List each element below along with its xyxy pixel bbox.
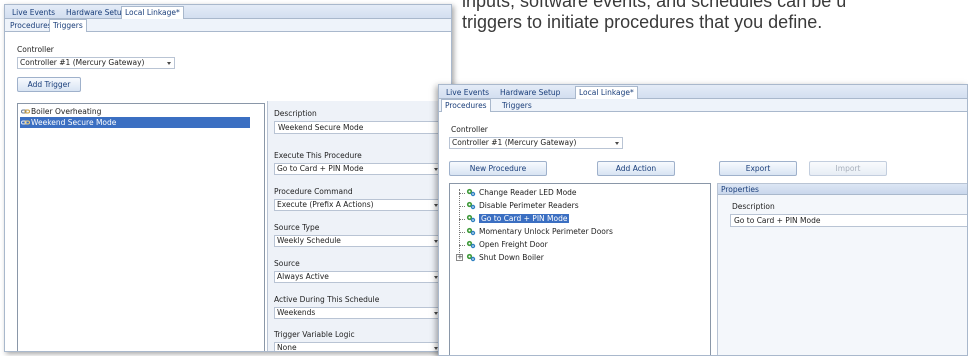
procedure-gear-icon xyxy=(466,201,476,210)
chevron-down-icon xyxy=(167,62,171,65)
sub-tab-bar: Procedures Triggers xyxy=(5,19,451,32)
tab-live-events[interactable]: Live Events xyxy=(9,7,58,18)
expand-plus-icon[interactable]: + xyxy=(456,254,463,261)
description-label: Description xyxy=(732,202,775,211)
tab-hardware-setup[interactable]: Hardware Setup xyxy=(63,7,129,18)
procedures-tree: Change Reader LED Mode Disable Perimeter… xyxy=(449,183,711,355)
tab-procedures[interactable]: Procedures xyxy=(441,99,491,112)
execute-procedure-value: Go to Card + PIN Mode xyxy=(277,164,364,173)
procedure-name: Disable Perimeter Readers xyxy=(479,201,579,210)
procedure-gear-icon xyxy=(466,253,476,262)
trigger-variable-logic-label: Trigger Variable Logic xyxy=(274,330,355,339)
add-action-button[interactable]: Add Action xyxy=(597,161,675,176)
import-button[interactable]: Import xyxy=(809,161,887,176)
procedure-name: Change Reader LED Mode xyxy=(479,188,577,197)
controller-dropdown[interactable]: Controller #1 (Mercury Gateway) xyxy=(17,57,175,69)
tab-triggers[interactable]: Triggers xyxy=(49,19,87,32)
procedure-command-value: Execute (Prefix A Actions) xyxy=(277,200,374,209)
trigger-properties-panel: Description Weekend Secure Mode Execute … xyxy=(267,101,451,352)
active-schedule-dropdown[interactable]: Weekends xyxy=(274,307,442,319)
procedure-name: Shut Down Boiler xyxy=(479,253,544,262)
controller-dropdown[interactable]: Controller #1 (Mercury Gateway) xyxy=(449,137,623,149)
export-button[interactable]: Export xyxy=(719,161,797,176)
procedure-name: Open Freight Door xyxy=(479,240,548,249)
controller-label: Controller xyxy=(17,45,54,54)
tree-item-procedure[interactable]: Momentary Unlock Perimeter Doors xyxy=(466,226,613,237)
tab-local-linkage[interactable]: Local Linkage* xyxy=(575,86,638,99)
procedure-command-dropdown[interactable]: Execute (Prefix A Actions) xyxy=(274,199,442,211)
tree-item-procedure[interactable]: Go to Card + PIN Mode xyxy=(466,213,570,224)
tree-item-procedure[interactable]: Shut Down Boiler xyxy=(466,252,544,263)
description-field[interactable]: Go to Card + PIN Mode xyxy=(730,214,967,227)
controller-label: Controller xyxy=(451,125,488,134)
caption-line-1: inputs, software events, and schedules c… xyxy=(462,0,847,11)
procedure-name: Go to Card + PIN Mode xyxy=(479,214,570,223)
chain-link-icon xyxy=(21,109,30,114)
new-procedure-button[interactable]: New Procedure xyxy=(449,161,547,176)
properties-header: Properties xyxy=(718,184,967,195)
trigger-variable-logic-dropdown[interactable]: None xyxy=(274,342,442,352)
description-field[interactable]: Weekend Secure Mode xyxy=(274,121,442,134)
caption-line-2: triggers to initiate procedures that you… xyxy=(462,12,823,32)
caption-text: inputs, software events, and schedules c… xyxy=(462,0,968,62)
description-value: Weekend Secure Mode xyxy=(278,123,364,132)
description-value: Go to Card + PIN Mode xyxy=(734,216,821,225)
source-type-value: Weekly Schedule xyxy=(277,236,341,245)
active-schedule-label: Active During This Schedule xyxy=(274,295,380,304)
procedure-name: Momentary Unlock Perimeter Doors xyxy=(479,227,613,236)
execute-procedure-dropdown[interactable]: Go to Card + PIN Mode xyxy=(274,163,442,175)
tab-procedures[interactable]: Procedures xyxy=(7,20,55,31)
tab-live-events[interactable]: Live Events xyxy=(443,87,492,98)
source-type-dropdown[interactable]: Weekly Schedule xyxy=(274,235,442,247)
triggers-list: Boiler Overheating Weekend Secure Mode xyxy=(17,103,265,351)
add-trigger-button[interactable]: Add Trigger xyxy=(17,77,81,92)
controller-value: Controller #1 (Mercury Gateway) xyxy=(20,58,145,67)
source-type-label: Source Type xyxy=(274,223,320,232)
main-tab-bar: Live Events Hardware Setup Local Linkage… xyxy=(5,5,451,19)
trigger-name: Weekend Secure Mode xyxy=(31,118,117,127)
tree-item-procedure[interactable]: Open Freight Door xyxy=(466,239,548,250)
source-label: Source xyxy=(274,259,300,268)
chevron-down-icon xyxy=(615,142,619,145)
description-label: Description xyxy=(274,109,317,118)
active-schedule-value: Weekends xyxy=(277,308,316,317)
trigger-variable-logic-value: None xyxy=(277,343,297,352)
controller-value: Controller #1 (Mercury Gateway) xyxy=(452,138,577,147)
list-item[interactable]: Weekend Secure Mode xyxy=(20,117,250,128)
procedure-gear-icon xyxy=(466,188,476,197)
tab-hardware-setup[interactable]: Hardware Setup xyxy=(497,87,563,98)
procedure-gear-icon xyxy=(466,214,476,223)
tree-item-procedure[interactable]: Disable Perimeter Readers xyxy=(466,200,579,211)
trigger-name: Boiler Overheating xyxy=(31,107,102,116)
chain-link-icon xyxy=(21,120,30,125)
procedure-gear-icon xyxy=(466,240,476,249)
procedure-gear-icon xyxy=(466,227,476,236)
tree-item-procedure[interactable]: Change Reader LED Mode xyxy=(466,187,577,198)
sub-tab-bar: Procedures Triggers xyxy=(439,99,967,112)
main-tab-bar: Live Events Hardware Setup Local Linkage… xyxy=(439,85,967,99)
execute-procedure-label: Execute This Procedure xyxy=(274,151,362,160)
procedure-command-label: Procedure Command xyxy=(274,187,353,196)
triggers-window: Live Events Hardware Setup Local Linkage… xyxy=(4,4,452,352)
source-dropdown[interactable]: Always Active xyxy=(274,271,442,283)
procedure-properties-panel: Properties Description Go to Card + PIN … xyxy=(717,183,967,355)
source-value: Always Active xyxy=(277,272,329,281)
list-item[interactable]: Boiler Overheating xyxy=(20,106,250,117)
procedures-window: Live Events Hardware Setup Local Linkage… xyxy=(438,84,968,356)
tab-local-linkage[interactable]: Local Linkage* xyxy=(121,6,184,19)
tab-triggers[interactable]: Triggers xyxy=(499,100,535,111)
